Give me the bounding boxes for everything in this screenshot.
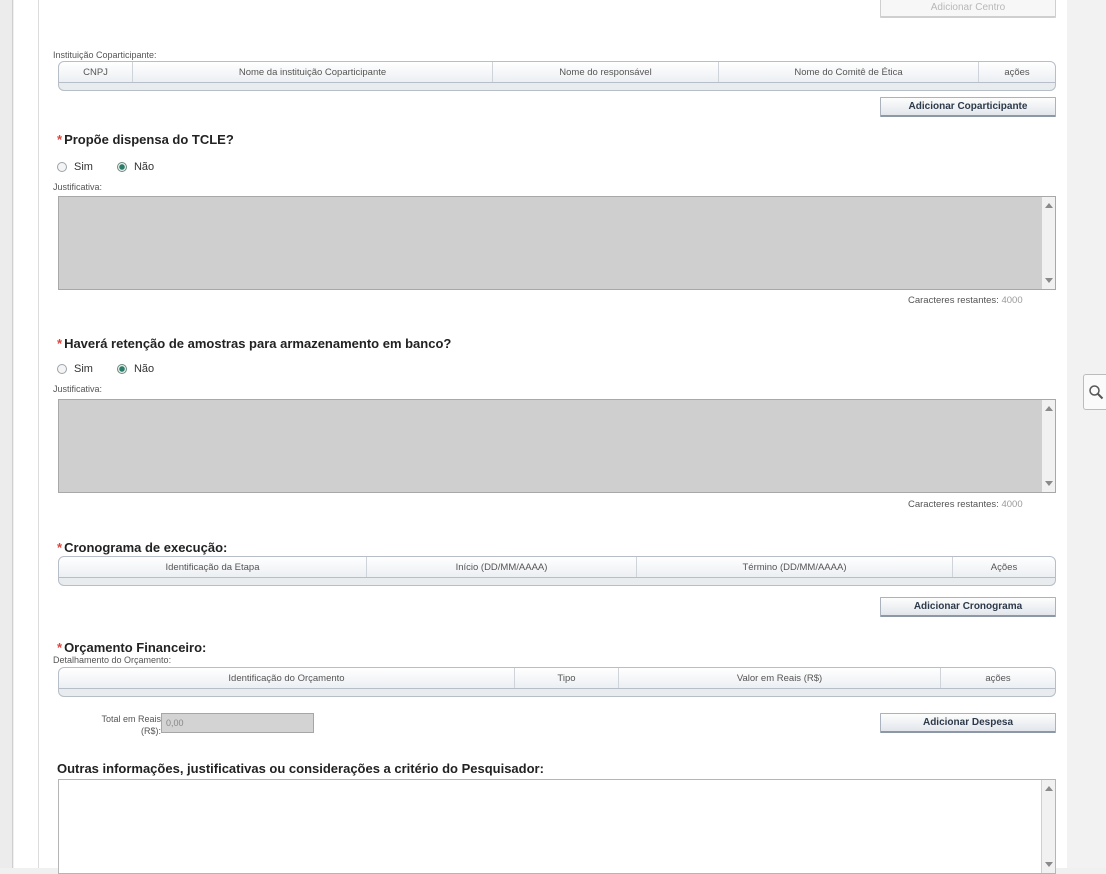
tcle-question: * Propõe dispensa do TCLE? <box>57 132 234 147</box>
col-orcamento-acoes[interactable]: ações <box>941 668 1055 688</box>
tcle-char-counter: Caracteres restantes: 4000 <box>908 295 1023 306</box>
col-inicio[interactable]: Início (DD/MM/AAAA) <box>367 557 637 577</box>
amostras-sim-label[interactable]: Sim <box>74 363 93 375</box>
col-actions[interactable]: ações <box>979 62 1055 82</box>
right-panel <box>1067 0 1106 868</box>
cronograma-title-text: Cronograma de execução: <box>64 540 228 555</box>
tcle-counter-value: 4000 <box>1001 295 1023 306</box>
tcle-sim-radio[interactable] <box>57 162 67 172</box>
amostras-textarea-scrollbar[interactable] <box>1041 400 1055 492</box>
total-label-line1: Total em Reais <box>101 714 161 724</box>
orcamento-title: * Orçamento Financeiro: <box>57 640 207 655</box>
add-despesa-button[interactable]: Adicionar Despesa <box>880 713 1056 733</box>
coparticipant-label: Instituição Coparticipante: <box>53 50 157 60</box>
tcle-nao-radio[interactable] <box>116 162 127 172</box>
total-label-line2: (R$): <box>141 726 161 736</box>
outras-informacoes-title: Outras informações, justificativas ou co… <box>57 761 544 776</box>
tcle-radio-group: Sim Não <box>57 161 178 173</box>
total-reais-input[interactable]: 0,00 <box>161 713 314 733</box>
add-center-button[interactable]: Adicionar Centro <box>880 0 1056 18</box>
tcle-counter-label: Caracteres restantes: <box>908 295 999 306</box>
tcle-textarea-scrollbar[interactable] <box>1041 197 1055 289</box>
add-coparticipant-button[interactable]: Adicionar Coparticipante <box>880 97 1056 117</box>
form-content: Adicionar Centro Instituição Coparticipa… <box>39 0 1068 874</box>
col-etapa[interactable]: Identificação da Etapa <box>59 557 367 577</box>
left-gutter <box>0 0 13 868</box>
amostras-justificativa-label: Justificativa: <box>53 384 103 394</box>
amostras-char-counter: Caracteres restantes: 4000 <box>908 499 1023 510</box>
outras-informacoes-textarea[interactable] <box>58 779 1056 874</box>
magnifier-icon <box>1088 385 1103 400</box>
tcle-nao-label[interactable]: Não <box>134 161 154 173</box>
amostras-radio-group: Sim Não <box>57 363 178 375</box>
tcle-sim-label[interactable]: Sim <box>74 161 93 173</box>
col-tipo[interactable]: Tipo <box>515 668 619 688</box>
orcamento-grid-header: Identificação do Orçamento Tipo Valor em… <box>58 667 1056 689</box>
coparticipant-grid-header: CNPJ Nome da instituição Coparticipante … <box>58 61 1056 83</box>
amostras-nao-label[interactable]: Não <box>134 363 154 375</box>
amostras-question-text: Haverá retenção de amostras para armazen… <box>64 336 452 351</box>
tcle-justificativa-label: Justificativa: <box>53 182 103 192</box>
orcamento-grid-footer <box>58 689 1056 697</box>
col-identificacao-orcamento[interactable]: Identificação do Orçamento <box>59 668 515 688</box>
col-termino[interactable]: Término (DD/MM/AAAA) <box>637 557 953 577</box>
total-reais-label: Total em Reais (R$): <box>89 713 161 737</box>
cronograma-title: * Cronograma de execução: <box>57 540 228 555</box>
orcamento-title-text: Orçamento Financeiro: <box>64 640 207 655</box>
amostras-question: * Haverá retenção de amostras para armaze… <box>57 336 452 351</box>
orcamento-detalhamento-label: Detalhamento do Orçamento: <box>53 655 172 665</box>
cronograma-grid-header: Identificação da Etapa Início (DD/MM/AAA… <box>58 556 1056 578</box>
col-acoes[interactable]: Ações <box>953 557 1055 577</box>
outras-textarea-scrollbar[interactable] <box>1041 780 1055 873</box>
amostras-sim-radio[interactable] <box>57 364 67 374</box>
add-cronograma-button[interactable]: Adicionar Cronograma <box>880 597 1056 617</box>
coparticipant-grid-footer <box>58 83 1056 91</box>
col-institution-name[interactable]: Nome da instituição Coparticipante <box>133 62 493 82</box>
amostras-counter-value: 4000 <box>1001 499 1023 510</box>
amostras-counter-label: Caracteres restantes: <box>908 499 999 510</box>
zoom-tab[interactable] <box>1083 374 1106 410</box>
col-cnpj[interactable]: CNPJ <box>59 62 133 82</box>
col-responsible-name[interactable]: Nome do responsável <box>493 62 719 82</box>
tcle-question-text: Propõe dispensa do TCLE? <box>64 132 234 147</box>
amostras-justificativa-textarea[interactable] <box>58 399 1056 493</box>
page: Adicionar Centro Instituição Coparticipa… <box>0 0 1106 874</box>
amostras-nao-radio[interactable] <box>116 364 127 374</box>
left-margin <box>14 0 39 868</box>
col-ethics-committee[interactable]: Nome do Comitê de Ética <box>719 62 979 82</box>
col-valor[interactable]: Valor em Reais (R$) <box>619 668 941 688</box>
cronograma-grid-footer <box>58 578 1056 586</box>
tcle-justificativa-textarea[interactable] <box>58 196 1056 290</box>
